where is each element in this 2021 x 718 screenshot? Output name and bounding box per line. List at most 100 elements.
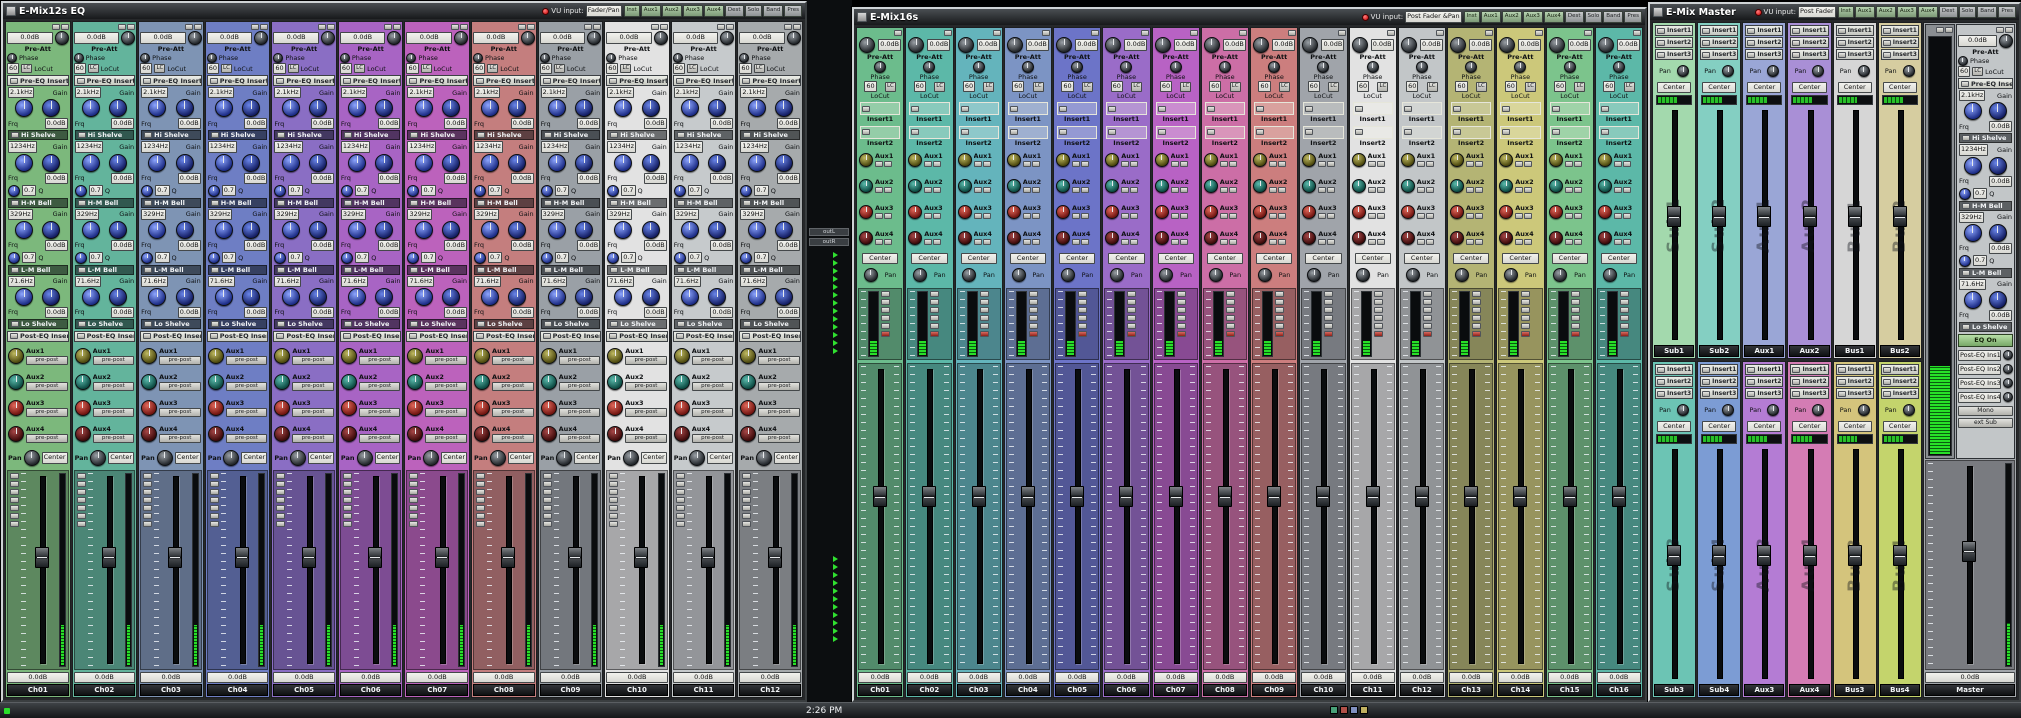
insert-slot[interactable] (1155, 102, 1196, 116)
fader-track[interactable] (28, 473, 57, 667)
insert-enable-button[interactable] (1837, 378, 1846, 385)
aux-post-button[interactable] (1327, 239, 1336, 246)
fader-option-button[interactable] (409, 512, 419, 519)
pan-knob[interactable] (1159, 267, 1174, 282)
band-freq-knob[interactable] (747, 287, 766, 306)
direct-out-button[interactable] (1288, 30, 1297, 36)
titlebar[interactable]: E-Mix12s EQ VU input: Fader/Pan Inst Aux1… (3, 3, 805, 19)
direct-out-button[interactable] (1935, 27, 1944, 33)
aux-pre-post-button[interactable]: pre-post (159, 433, 201, 444)
insert-enable-button[interactable] (911, 129, 920, 136)
aux-send-knob-aux1[interactable] (1253, 152, 1267, 167)
aux-send-knob-aux4[interactable] (1351, 230, 1366, 245)
meter-option-button[interactable] (979, 290, 989, 297)
fader-handle[interactable] (1757, 206, 1772, 228)
aux-pre-post-button[interactable]: pre-post (492, 355, 534, 366)
aux-send-knob-aux3[interactable] (1105, 204, 1120, 219)
aux-send-knob-aux2[interactable] (1302, 178, 1317, 193)
fader-option-button[interactable] (209, 520, 219, 527)
pan-knob[interactable] (1677, 65, 1690, 77)
fader-track[interactable] (427, 473, 456, 667)
aux-pre-button[interactable] (1219, 239, 1228, 246)
aux-pre-post-button[interactable]: pre-post (625, 355, 667, 366)
mute-button[interactable] (930, 330, 940, 337)
aux-pre-button[interactable] (1367, 213, 1376, 220)
fader-option-button[interactable] (476, 512, 486, 519)
pan-knob[interactable] (1902, 65, 1915, 77)
meter-option-button[interactable] (1472, 306, 1481, 313)
fader-option-button[interactable] (742, 496, 752, 503)
option-button[interactable] (60, 24, 69, 30)
insert-enable-button[interactable] (1837, 390, 1846, 397)
aux-pre-post-button[interactable]: pre-post (425, 355, 468, 366)
direct-out-button[interactable] (717, 24, 726, 30)
locut-button[interactable]: LC (1032, 82, 1044, 92)
meter-option-button[interactable] (1324, 290, 1334, 297)
aux-send-knob-aux2[interactable] (1351, 178, 1366, 193)
fader-option-button[interactable] (742, 472, 752, 479)
aux-pre-post-button[interactable]: pre-post (292, 407, 334, 418)
pre-eq-insert-bar-button[interactable] (675, 77, 684, 84)
band-q-knob[interactable] (207, 184, 220, 197)
pan-knob[interactable] (90, 449, 107, 466)
fader-track[interactable] (1262, 366, 1286, 667)
band-q-knob[interactable] (407, 184, 420, 197)
aux-pre-button[interactable] (875, 239, 883, 246)
band-freq-knob[interactable] (680, 287, 699, 306)
band-gain-knob[interactable] (375, 220, 394, 239)
fader-track[interactable] (1311, 366, 1335, 667)
insert-button[interactable]: Insert1 (1880, 364, 1919, 375)
fader-option-button[interactable] (542, 480, 552, 487)
insert-enable-button[interactable] (1747, 27, 1756, 34)
post-eq-insert-bar-button[interactable] (143, 333, 152, 340)
aux-pre-post-button[interactable]: pre-post (292, 381, 334, 392)
meter-option-button[interactable] (1127, 298, 1137, 305)
pre-att-knob[interactable] (1253, 37, 1270, 53)
aux-pre-post-button[interactable]: pre-post (758, 355, 800, 366)
insert-enable-button[interactable] (1206, 105, 1215, 112)
fader-track[interactable]: Bus2 (1882, 107, 1918, 343)
aux-pre-post-button[interactable]: pre-post (691, 355, 734, 366)
band-enable-button[interactable] (210, 132, 219, 139)
mute-button[interactable] (1619, 330, 1629, 337)
fader-handle[interactable] (368, 546, 383, 568)
insert-enable-button[interactable] (1502, 129, 1511, 136)
phase-knob[interactable] (923, 61, 936, 74)
window-menu-icon[interactable] (857, 12, 867, 22)
pre-att-knob[interactable] (1006, 37, 1023, 53)
mute-button[interactable] (1373, 330, 1383, 337)
insert-button[interactable]: Insert3 (1655, 49, 1694, 60)
fader-handle[interactable] (1892, 206, 1907, 228)
insert-button[interactable]: Insert1 (1835, 25, 1874, 36)
band-freq-knob[interactable] (414, 220, 433, 239)
band-q-knob[interactable] (740, 251, 753, 264)
phase-knob[interactable] (606, 53, 617, 64)
pan-knob[interactable] (913, 267, 928, 282)
fader-track[interactable] (868, 366, 892, 667)
band-q-knob[interactable] (673, 184, 686, 197)
aux-pre-button[interactable] (1318, 239, 1327, 246)
locut-button[interactable]: LC (354, 63, 366, 74)
fader-option-button[interactable] (10, 488, 19, 495)
insert-enable-button[interactable] (1206, 129, 1215, 136)
meter-option-button[interactable] (1275, 290, 1284, 297)
fader-option-button[interactable] (542, 504, 552, 511)
aux-send-knob-aux4[interactable] (740, 425, 757, 442)
aux-pre-button[interactable] (1121, 187, 1130, 194)
band-freq-knob[interactable] (15, 153, 34, 172)
band-q-knob[interactable] (74, 184, 87, 197)
fader-option-button[interactable] (476, 496, 486, 503)
pre-att-knob[interactable] (653, 31, 668, 45)
band-enable-button[interactable] (477, 266, 486, 273)
aux-send-knob-aux2[interactable] (740, 373, 757, 390)
mute-button[interactable] (1570, 330, 1580, 337)
aux-post-button[interactable] (1081, 213, 1089, 220)
fader-option-button[interactable] (276, 520, 286, 527)
fader-option-button[interactable] (675, 520, 685, 527)
band-enable-button[interactable] (1961, 202, 1970, 209)
aux-pre-button[interactable] (1170, 239, 1179, 246)
aux-send-knob-aux2[interactable] (1597, 178, 1612, 193)
meter-option-button[interactable] (1078, 290, 1087, 297)
pan-knob[interactable] (689, 449, 706, 466)
aux-pre-button[interactable] (875, 187, 883, 194)
